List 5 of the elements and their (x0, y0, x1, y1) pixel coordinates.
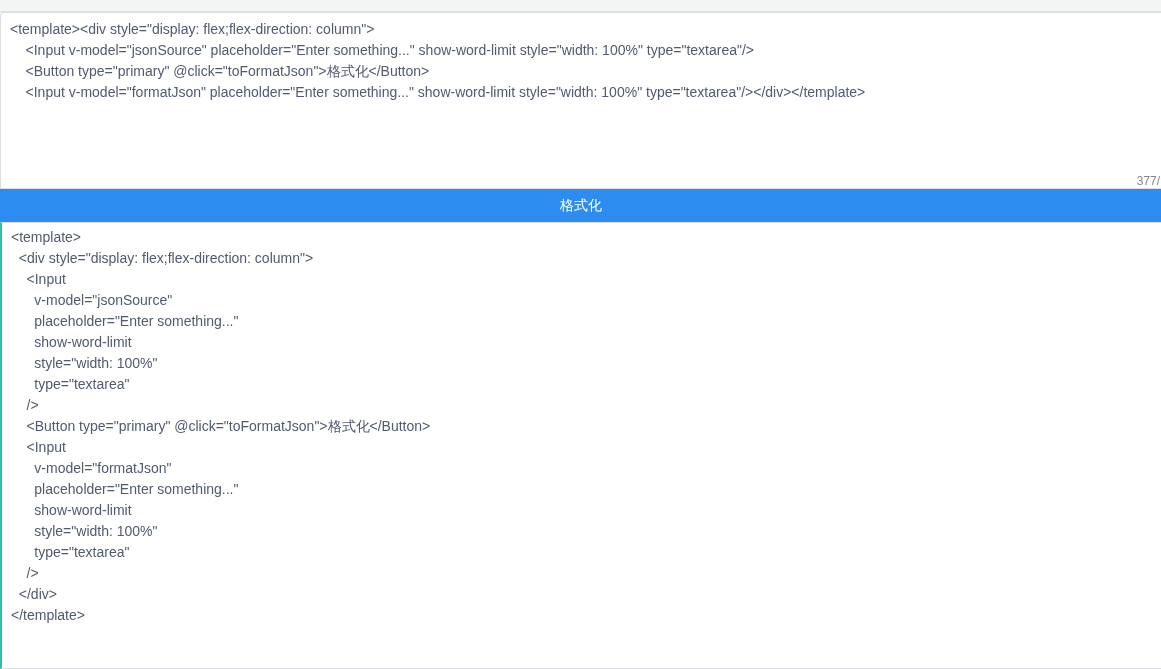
format-button[interactable]: 格式化 (0, 189, 1161, 222)
code-text: <template><div style="display: flex;flex-direction: column"> <Input v-model="jsonSource" placeholder="Enter something..." show-word-limit style="width: 100%" type="textarea"/> <Button type="primary" @click="toFormatJson">格式化</Button> <Input v-model="formatJson" placeholder="Enter something..." show-word-limit style="width: 100%" type="textarea"/></div></template> (9, 20, 867, 102)
code-text: <template> <div style="display: flex;flex-direction: column"> <Input v-model="jsonSource" placeholder="Enter something..." show-word-limit style="width: 100%" type="textarea" /> <Button type="primary" @click="toFormatJson">格式化</Button> <Input v-model="formatJson" placeholder="Enter something..." show-word-limit style="width: 100%" type="textarea" /> </div> </template> (10, 228, 432, 625)
source-textarea[interactable] (0, 12, 1161, 189)
word-count: 377/ (1136, 174, 1161, 188)
